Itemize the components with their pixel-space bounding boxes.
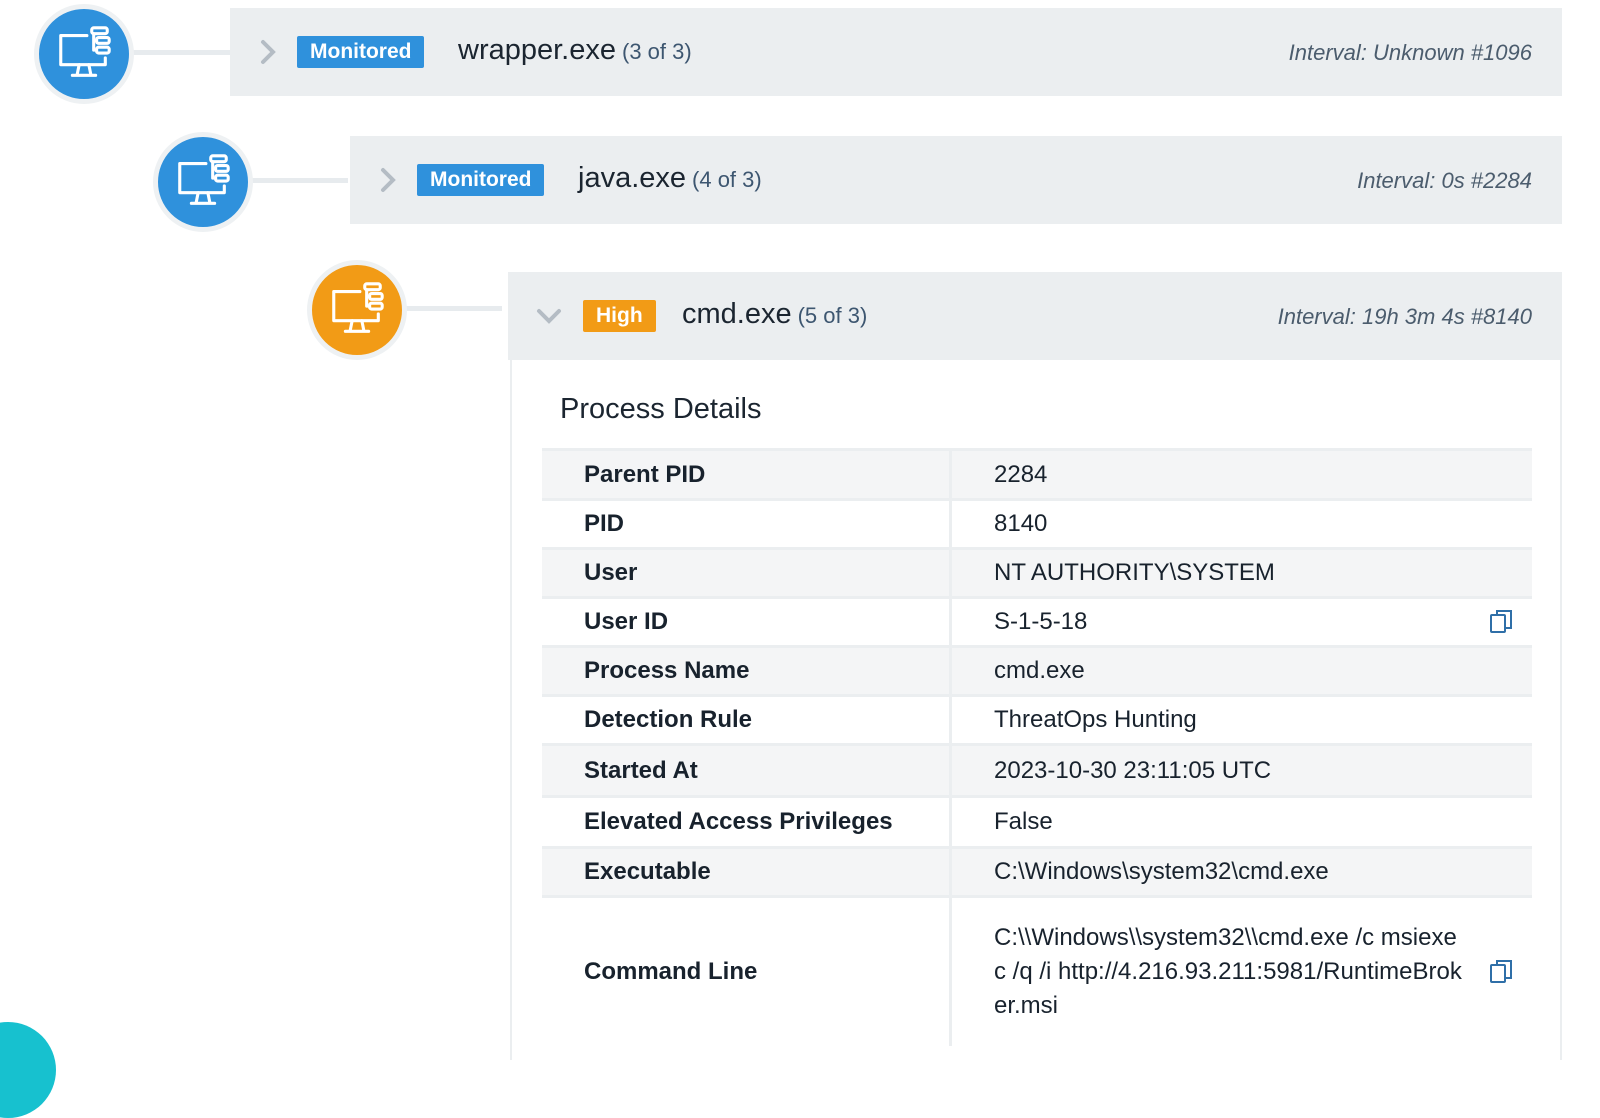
table-row: User ID S-1-5-18 (542, 596, 1532, 645)
row-value: 2023-10-30 23:11:05 UTC (952, 746, 1532, 795)
status-badge: Monitored (297, 36, 425, 68)
row-label: User (542, 550, 952, 596)
table-row: Started At 2023-10-30 23:11:05 UTC (542, 743, 1532, 795)
process-interval: Interval: 0s #2284 (1357, 168, 1532, 193)
row-label: Detection Rule (542, 697, 952, 743)
row-label: Command Line (542, 898, 952, 1046)
row-value-text: 2023-10-30 23:11:05 UTC (994, 756, 1272, 784)
status-badge: Monitored (417, 164, 545, 196)
copy-icon[interactable] (1488, 958, 1516, 986)
row-label: Process Name (542, 648, 952, 694)
table-row: Detection Rule ThreatOps Hunting (542, 694, 1532, 743)
table-row: User NT AUTHORITY\SYSTEM (542, 547, 1532, 596)
process-details-panel: Process Details Parent PID 2284 PID 8140… (510, 360, 1562, 1060)
row-label: Parent PID (542, 451, 952, 498)
tree-connector (130, 50, 230, 55)
process-interval: Interval: Unknown #1096 (1288, 40, 1532, 65)
process-count: (5 of 3) (797, 303, 868, 328)
process-name: java.exe (578, 162, 687, 194)
process-row-cmd[interactable]: High cmd.exe (5 of 3) Interval: 19h 3m 4s… (508, 272, 1562, 360)
process-node-wrapper[interactable] (34, 4, 134, 104)
process-tree-icon (59, 26, 111, 77)
process-name: cmd.exe (682, 298, 792, 330)
panel-title: Process Details (560, 393, 762, 425)
process-interval: Interval: 19h 3m 4s #8140 (1277, 304, 1532, 329)
table-row: Parent PID 2284 (542, 448, 1532, 498)
row-value: S-1-5-18 (952, 599, 1532, 645)
process-row-wrapper[interactable]: Monitored wrapper.exe (3 of 3) Interval: … (230, 8, 1562, 96)
table-row: Executable C:\Windows\system32\cmd.exe (542, 846, 1532, 895)
table-row: PID 8140 (542, 498, 1532, 547)
row-label: PID (542, 501, 952, 547)
process-title: cmd.exe (5 of 3) (682, 298, 867, 331)
table-row: Elevated Access Privileges False (542, 795, 1532, 846)
chevron-right-icon[interactable] (258, 38, 278, 66)
tree-connector (402, 306, 502, 311)
process-tree-icon (178, 154, 230, 205)
row-value: cmd.exe (952, 648, 1532, 694)
row-value-text: S-1-5-18 (994, 608, 1088, 635)
row-label: Elevated Access Privileges (542, 798, 952, 846)
process-node-cmd[interactable] (307, 260, 407, 360)
row-value-text: C:\Windows\system32\cmd.exe (994, 858, 1329, 885)
details-table: Parent PID 2284 PID 8140 User NT AUTHORI… (542, 448, 1532, 1046)
table-row: Command Line C:\\Windows\\system32\\cmd.… (542, 895, 1532, 1046)
tree-connector (248, 178, 348, 183)
row-value: C:\Windows\system32\cmd.exe (952, 849, 1532, 895)
row-value: ThreatOps Hunting (952, 697, 1532, 743)
row-value-text: 2284 (994, 460, 1048, 488)
row-value: NT AUTHORITY\SYSTEM (952, 550, 1532, 596)
row-value-text: ThreatOps Hunting (994, 706, 1197, 733)
row-label: User ID (542, 599, 952, 645)
table-row: Process Name cmd.exe (542, 645, 1532, 694)
row-value-text: cmd.exe (994, 657, 1085, 684)
row-value-text: C:\\Windows\\system32\\cmd.exe /c msiexe… (994, 924, 1462, 1019)
process-title: wrapper.exe (3 of 3) (458, 34, 692, 67)
row-label: Started At (542, 746, 952, 795)
row-value: 2284 (952, 451, 1532, 498)
process-count: (3 of 3) (622, 39, 692, 64)
copy-icon[interactable] (1488, 608, 1516, 636)
row-value: False (952, 798, 1532, 846)
process-name: wrapper.exe (458, 34, 616, 66)
row-value: 8140 (952, 501, 1532, 547)
row-value-text: NT AUTHORITY\SYSTEM (994, 559, 1275, 586)
process-title: java.exe (4 of 3) (578, 162, 762, 195)
chevron-down-icon[interactable] (535, 306, 563, 326)
process-count: (4 of 3) (692, 167, 762, 192)
process-node-java[interactable] (153, 132, 253, 232)
row-label: Executable (542, 849, 952, 895)
floating-action-button[interactable] (0, 1022, 56, 1118)
process-tree-icon (332, 282, 384, 333)
status-badge: High (583, 300, 656, 332)
chevron-right-icon[interactable] (378, 166, 398, 194)
process-row-java[interactable]: Monitored java.exe (4 of 3) Interval: 0s … (350, 136, 1562, 224)
row-value-text: False (994, 808, 1053, 835)
row-value: C:\\Windows\\system32\\cmd.exe /c msiexe… (952, 898, 1532, 1046)
row-value-text: 8140 (994, 510, 1048, 537)
